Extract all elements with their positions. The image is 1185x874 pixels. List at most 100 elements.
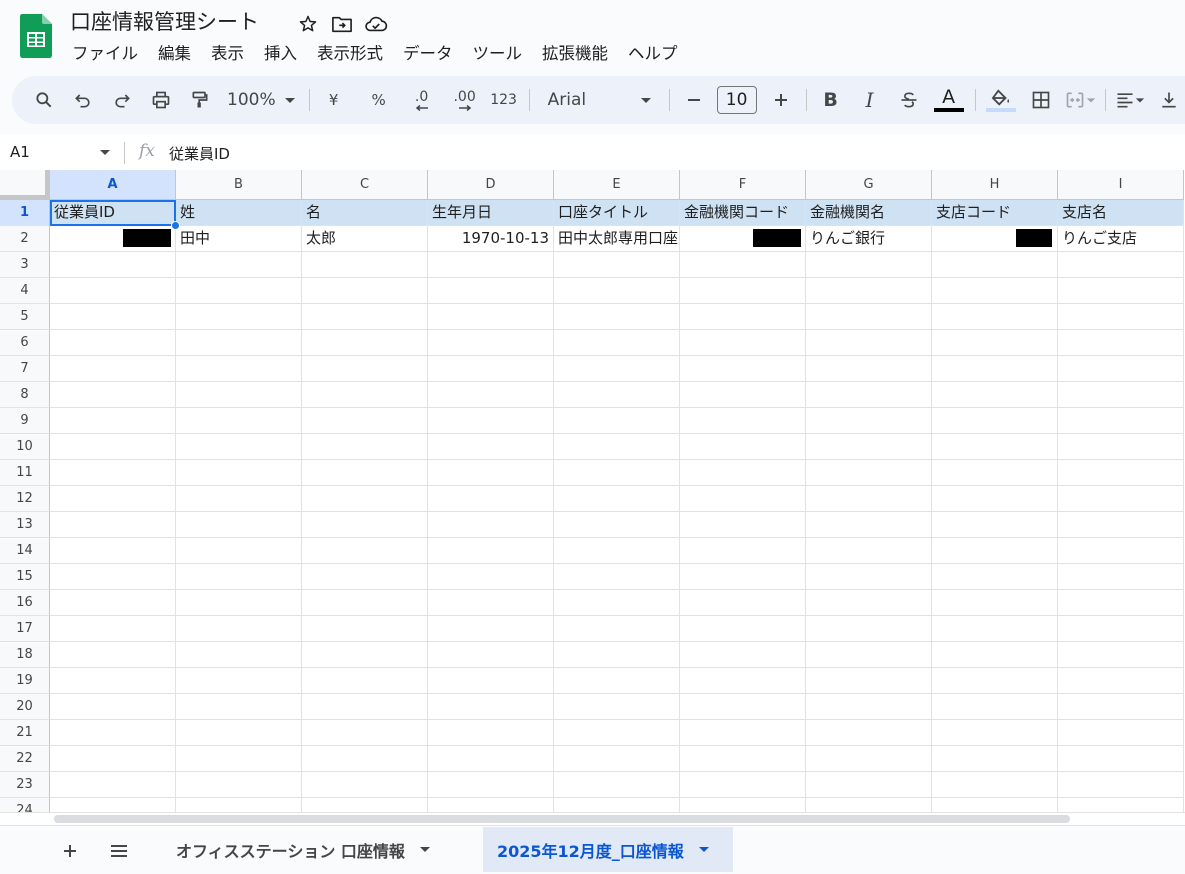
cell-b21[interactable]: [176, 720, 302, 746]
cell-d12[interactable]: [428, 486, 554, 512]
cell-h19[interactable]: [932, 668, 1058, 694]
horizontal-align-icon[interactable]: [1114, 84, 1146, 116]
cell-h13[interactable]: [932, 512, 1058, 538]
cell-e3[interactable]: [554, 252, 680, 278]
cell-d18[interactable]: [428, 642, 554, 668]
column-header-a[interactable]: A: [50, 170, 176, 200]
cell-g2[interactable]: りんご銀行: [806, 226, 932, 252]
cell-f14[interactable]: [680, 538, 806, 564]
cell-b12[interactable]: [176, 486, 302, 512]
cell-f24[interactable]: [680, 798, 806, 812]
cell-d23[interactable]: [428, 772, 554, 798]
text-color-button[interactable]: A: [932, 84, 966, 116]
cell-e9[interactable]: [554, 408, 680, 434]
cell-h23[interactable]: [932, 772, 1058, 798]
cell-b24[interactable]: [176, 798, 302, 812]
increase-decimal-button[interactable]: .00: [449, 84, 481, 116]
cell-i17[interactable]: [1058, 616, 1184, 642]
row-header-18[interactable]: 18: [0, 642, 50, 668]
cell-d8[interactable]: [428, 382, 554, 408]
chevron-down-icon[interactable]: [99, 148, 111, 158]
column-header-i[interactable]: I: [1058, 170, 1184, 200]
cell-d11[interactable]: [428, 460, 554, 486]
column-header-b[interactable]: B: [176, 170, 302, 200]
cell-a8[interactable]: [50, 382, 176, 408]
cell-e18[interactable]: [554, 642, 680, 668]
cell-g4[interactable]: [806, 278, 932, 304]
cell-e21[interactable]: [554, 720, 680, 746]
cell-i13[interactable]: [1058, 512, 1184, 538]
cell-c24[interactable]: [302, 798, 428, 812]
cell-e20[interactable]: [554, 694, 680, 720]
menu-tools[interactable]: ツール: [463, 41, 533, 67]
cell-h11[interactable]: [932, 460, 1058, 486]
cell-c9[interactable]: [302, 408, 428, 434]
row-header-6[interactable]: 6: [0, 330, 50, 356]
cell-c15[interactable]: [302, 564, 428, 590]
horizontal-scroll-thumb[interactable]: [54, 815, 1070, 823]
cell-e5[interactable]: [554, 304, 680, 330]
column-header-f[interactable]: F: [680, 170, 806, 200]
row-header-10[interactable]: 10: [0, 434, 50, 460]
cell-c14[interactable]: [302, 538, 428, 564]
cell-d13[interactable]: [428, 512, 554, 538]
cell-a6[interactable]: [50, 330, 176, 356]
cell-c2[interactable]: 太郎: [302, 226, 428, 252]
menu-insert[interactable]: 挿入: [254, 41, 307, 67]
cell-e22[interactable]: [554, 746, 680, 772]
cell-f21[interactable]: [680, 720, 806, 746]
row-header-24[interactable]: 24: [0, 798, 50, 812]
cell-g20[interactable]: [806, 694, 932, 720]
cell-e16[interactable]: [554, 590, 680, 616]
search-menus-icon[interactable]: [28, 84, 60, 116]
cell-g16[interactable]: [806, 590, 932, 616]
row-header-5[interactable]: 5: [0, 304, 50, 330]
cell-c13[interactable]: [302, 512, 428, 538]
cell-f9[interactable]: [680, 408, 806, 434]
cell-g24[interactable]: [806, 798, 932, 812]
cell-h7[interactable]: [932, 356, 1058, 382]
cell-d2[interactable]: 1970-10-13: [428, 226, 554, 252]
cell-a20[interactable]: [50, 694, 176, 720]
cell-g3[interactable]: [806, 252, 932, 278]
cell-b3[interactable]: [176, 252, 302, 278]
cell-h20[interactable]: [932, 694, 1058, 720]
menu-format[interactable]: 表示形式: [307, 41, 393, 67]
chevron-down-icon[interactable]: [419, 845, 431, 855]
currency-format-button[interactable]: ¥: [318, 84, 350, 116]
cell-d4[interactable]: [428, 278, 554, 304]
column-header-d[interactable]: D: [428, 170, 554, 200]
cell-i8[interactable]: [1058, 382, 1184, 408]
cell-g17[interactable]: [806, 616, 932, 642]
cell-b8[interactable]: [176, 382, 302, 408]
cell-a24[interactable]: [50, 798, 176, 812]
row-header-11[interactable]: 11: [0, 460, 50, 486]
cell-i15[interactable]: [1058, 564, 1184, 590]
cell-c1[interactable]: 名: [302, 200, 428, 226]
cell-e13[interactable]: [554, 512, 680, 538]
cell-b20[interactable]: [176, 694, 302, 720]
cell-f13[interactable]: [680, 512, 806, 538]
cell-c10[interactable]: [302, 434, 428, 460]
cell-c19[interactable]: [302, 668, 428, 694]
cell-h10[interactable]: [932, 434, 1058, 460]
cell-f6[interactable]: [680, 330, 806, 356]
cell-g10[interactable]: [806, 434, 932, 460]
cell-d20[interactable]: [428, 694, 554, 720]
cell-g8[interactable]: [806, 382, 932, 408]
cell-b15[interactable]: [176, 564, 302, 590]
row-header-17[interactable]: 17: [0, 616, 50, 642]
cell-i5[interactable]: [1058, 304, 1184, 330]
cell-b14[interactable]: [176, 538, 302, 564]
cell-g19[interactable]: [806, 668, 932, 694]
cell-i21[interactable]: [1058, 720, 1184, 746]
cell-b23[interactable]: [176, 772, 302, 798]
cell-c16[interactable]: [302, 590, 428, 616]
cell-c5[interactable]: [302, 304, 428, 330]
row-header-23[interactable]: 23: [0, 772, 50, 798]
cell-h17[interactable]: [932, 616, 1058, 642]
column-header-e[interactable]: E: [554, 170, 680, 200]
cell-b7[interactable]: [176, 356, 302, 382]
cell-f5[interactable]: [680, 304, 806, 330]
cell-g22[interactable]: [806, 746, 932, 772]
